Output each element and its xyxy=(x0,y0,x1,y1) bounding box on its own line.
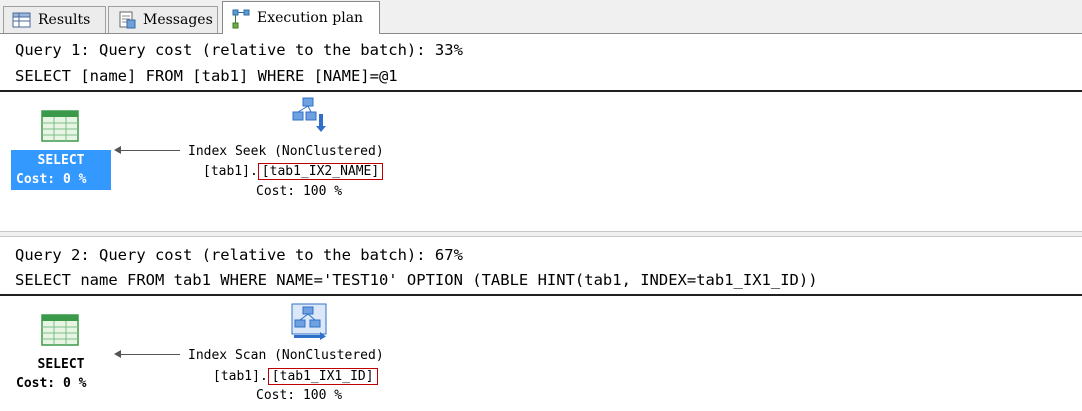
tab-execution-plan[interactable]: Execution plan xyxy=(222,1,380,34)
index-scan-cost: Cost: 100 % xyxy=(256,388,343,403)
select-node[interactable]: SELECT Cost: 0 % xyxy=(11,354,111,394)
index-seek-object: [tab1]. [tab1_IX2_NAME] xyxy=(203,163,384,181)
select-label: SELECT xyxy=(37,357,85,372)
plan-connector xyxy=(120,150,180,151)
query-2-separator xyxy=(0,294,1082,296)
index-scan-index-name: [tab1_IX1_ID] xyxy=(267,368,378,385)
query-1-header: Query 1: Query cost (relative to the bat… xyxy=(15,41,463,59)
tab-messages[interactable]: Messages xyxy=(108,6,218,33)
index-scan-table: [tab1]. xyxy=(213,369,268,384)
tab-execution-plan-label: Execution plan xyxy=(257,10,364,26)
connector-arrow-icon xyxy=(114,350,121,358)
index-seek-title: Index Seek (NonClustered) xyxy=(188,144,384,159)
index-scan-object: [tab1]. [tab1_IX1_ID] xyxy=(213,368,378,386)
connector-arrow-icon xyxy=(114,146,121,154)
index-seek-table: [tab1]. xyxy=(203,164,258,179)
index-scan-icon[interactable] xyxy=(290,302,328,344)
query-1-separator xyxy=(0,90,1082,92)
tab-results-label: Results xyxy=(38,12,91,28)
select-node-selected[interactable]: SELECT Cost: 0 % xyxy=(11,150,111,190)
grid-icon xyxy=(12,11,32,29)
query-divider xyxy=(0,231,1082,237)
index-seek-cost: Cost: 100 % xyxy=(256,184,343,199)
tab-results[interactable]: Results xyxy=(3,6,106,33)
select-cost: Cost: 0 % xyxy=(16,172,87,187)
plan-connector xyxy=(120,354,180,355)
select-icon[interactable] xyxy=(41,110,79,146)
select-cost: Cost: 0 % xyxy=(16,376,87,391)
execution-plan-icon xyxy=(231,9,251,29)
select-label: SELECT xyxy=(37,153,85,168)
index-scan-title: Index Scan (NonClustered) xyxy=(188,348,384,363)
messages-icon xyxy=(117,11,137,29)
query-2-header: Query 2: Query cost (relative to the bat… xyxy=(15,246,463,264)
index-seek-index-name: [tab1_IX2_NAME] xyxy=(257,163,384,180)
query-1-sql: SELECT [name] FROM [tab1] WHERE [NAME]=@… xyxy=(15,67,398,85)
index-seek-icon[interactable] xyxy=(290,96,328,138)
tab-messages-label: Messages xyxy=(143,12,213,28)
query-2-sql: SELECT name FROM tab1 WHERE NAME='TEST10… xyxy=(15,271,818,289)
result-tabstrip: Results Messages Execution plan xyxy=(0,0,1082,34)
select-icon[interactable] xyxy=(41,314,79,350)
